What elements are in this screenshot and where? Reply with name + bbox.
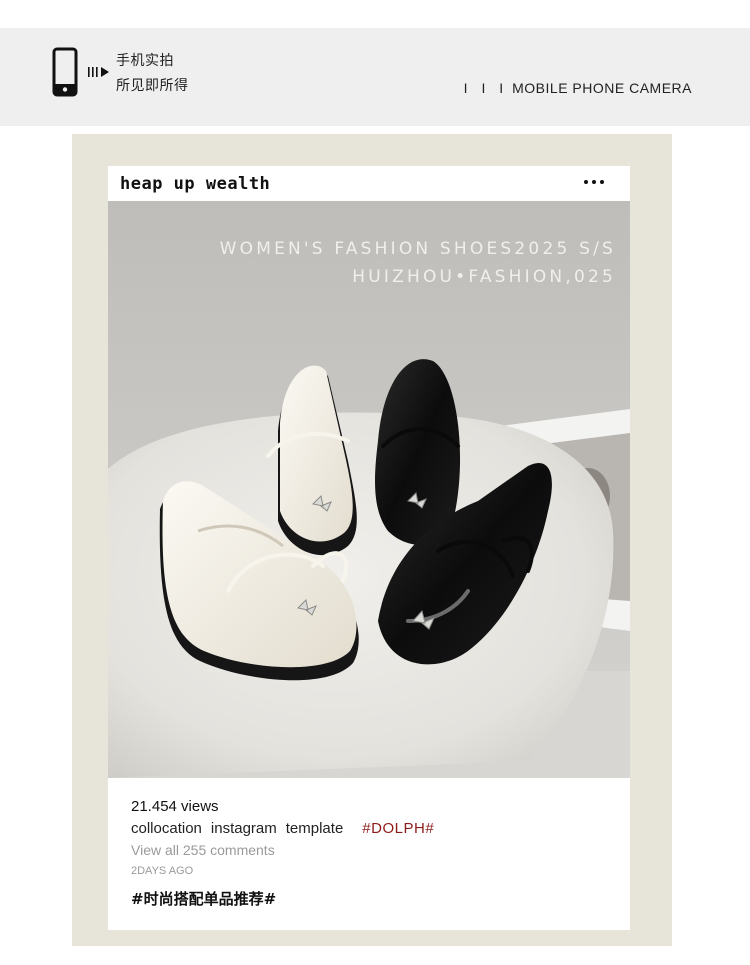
- tag-template[interactable]: template: [286, 820, 344, 837]
- banner-title: 手机实拍: [116, 53, 174, 69]
- banner-subtitle: 所见即所得: [116, 78, 189, 94]
- post-card: heap up wealth WOMEN'S FASHION SHOES2025…: [108, 166, 630, 930]
- banner-bars: I I I: [463, 80, 509, 96]
- post-header: heap up wealth: [108, 166, 630, 201]
- banner-camera-text: MOBILE PHONE CAMERA: [512, 80, 692, 96]
- play-icon: [88, 67, 109, 77]
- banner-camera-label: I I I MOBILE PHONE CAMERA: [464, 80, 692, 96]
- shoes-photo-illustration: [108, 201, 630, 778]
- tag-collocation[interactable]: collocation: [131, 820, 202, 837]
- more-icon[interactable]: [584, 172, 606, 192]
- post-date: 2DAYS AGO: [131, 865, 194, 877]
- photo-overlay-subtitle: HUIZHOU•FASHION,025: [352, 267, 616, 287]
- account-name[interactable]: heap up wealth: [120, 174, 270, 194]
- tags-row: collocation instagram template #DOLPH#: [131, 820, 434, 837]
- top-banner: 手机实拍 所见即所得 I I I MOBILE PHONE CAMERA: [0, 28, 750, 126]
- view-count: 21.454 views: [131, 798, 219, 815]
- phone-icon: [52, 47, 78, 97]
- view-comments-link[interactable]: View all 255 comments: [131, 842, 275, 858]
- recommend-hashtag[interactable]: #时尚搭配单品推荐#: [131, 888, 276, 909]
- post-photo[interactable]: WOMEN'S FASHION SHOES2025 S/S HUIZHOU•FA…: [108, 201, 630, 778]
- hashtag-link[interactable]: #DOLPH#: [362, 820, 434, 837]
- photo-overlay-title: WOMEN'S FASHION SHOES2025 S/S: [219, 239, 616, 259]
- tag-instagram[interactable]: instagram: [211, 820, 277, 837]
